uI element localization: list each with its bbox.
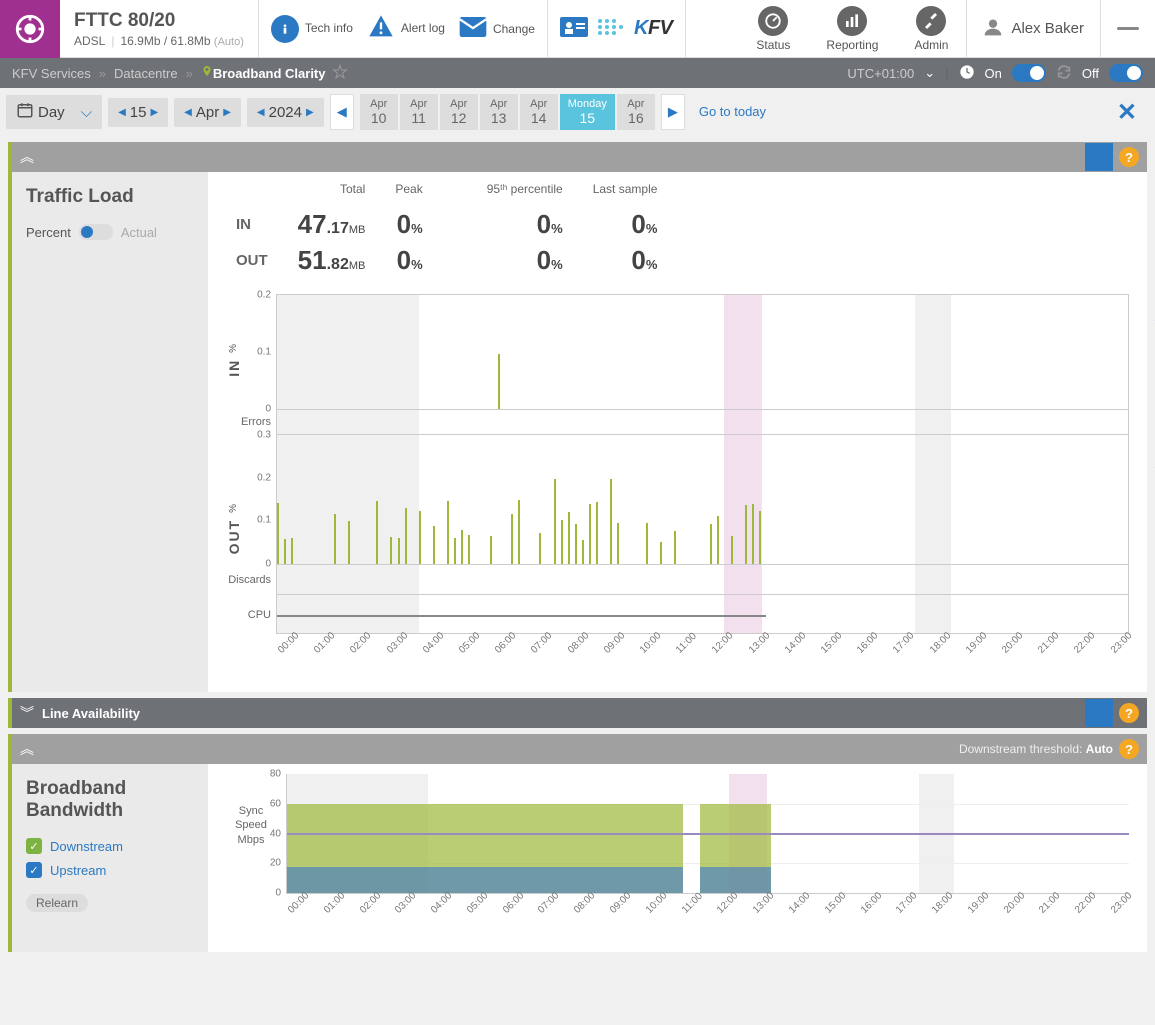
title-block: FTTC 80/20 ADSL|16.9Mb / 61.8Mb (Auto)	[60, 0, 259, 57]
user-menu[interactable]: Alex Baker	[966, 0, 1100, 57]
breadcrumb-bar: KFV Services » Datacentre » Broadband Cl…	[0, 58, 1155, 88]
top-bar: FTTC 80/20 ADSL|16.9Mb / 61.8Mb (Auto) T…	[0, 0, 1155, 58]
collapse-icon[interactable]: ︽	[20, 147, 34, 167]
day-tab[interactable]: Apr13	[480, 94, 518, 130]
out-total: 51.82MB	[298, 242, 366, 278]
view-mode-select[interactable]: Day ⌵	[6, 95, 102, 129]
goto-today-link[interactable]: Go to today	[691, 104, 766, 120]
day-tab[interactable]: Apr11	[400, 94, 438, 130]
envelope-icon	[459, 17, 487, 40]
help-button[interactable]: ?	[1119, 703, 1139, 723]
on-toggle[interactable]	[1012, 64, 1046, 82]
bandwidth-header: ︽ Downstream threshold: Auto ?	[12, 734, 1147, 764]
traffic-sidebar: Traffic Load Percent Actual	[12, 172, 208, 692]
nav-admin[interactable]: Admin	[896, 0, 966, 57]
line-avail-header[interactable]: ︾ Line Availability ?	[12, 698, 1147, 728]
tech-info-button[interactable]: Tech info	[271, 15, 353, 43]
day-tab[interactable]: Apr12	[440, 94, 478, 130]
traffic-panel-header: ︽ ?	[12, 142, 1147, 172]
month-picker[interactable]: ◀Apr▶	[174, 98, 241, 127]
downstream-toggle[interactable]: ✓ Downstream	[26, 838, 194, 854]
nav-reporting[interactable]: Reporting	[808, 0, 896, 57]
check-icon: ✓	[26, 862, 42, 878]
bandwidth-title: Broadband Bandwidth	[26, 778, 194, 822]
brand-dots-icon	[596, 17, 626, 40]
download-button[interactable]	[1085, 143, 1113, 171]
crumb-level1[interactable]: Datacentre	[114, 66, 178, 81]
day-tab[interactable]: Apr14	[520, 94, 558, 130]
crumb-root[interactable]: KFV Services	[12, 66, 91, 81]
line-availability-panel: ︾ Line Availability ?	[8, 698, 1147, 728]
traffic-stats: IN OUT Total 47.17MB 51.82MB Peak 0% 0% …	[226, 182, 1129, 278]
relearn-button[interactable]: Relearn	[26, 894, 88, 912]
bandwidth-main: Sync Speed Mbps 80 60 40 20 0	[208, 764, 1147, 952]
clock-icon	[959, 64, 975, 83]
change-button[interactable]: Change	[459, 17, 535, 40]
chevron-down-icon: ⌵	[81, 104, 92, 121]
alert-icon	[367, 13, 395, 44]
traffic-load-panel: ︽ ? Traffic Load Percent Actual IN OUT T…	[8, 142, 1147, 692]
prev-days-button[interactable]: ◀	[330, 94, 354, 130]
nav-status[interactable]: Status	[738, 0, 808, 57]
day-tab[interactable]: Monday15	[560, 94, 615, 130]
date-bar: Day ⌵ ◀15▶ ◀Apr▶ ◀2024▶ ◀ Apr10Apr11Apr1…	[0, 88, 1155, 136]
brand-logo-group: KFV	[548, 0, 686, 57]
timezone-select[interactable]: UTC+01:00	[847, 66, 914, 81]
help-button[interactable]: ?	[1119, 147, 1139, 167]
close-datebar-button[interactable]: ✕	[1105, 98, 1149, 127]
calendar-icon	[16, 101, 34, 123]
brand-text: KFV	[634, 17, 673, 40]
crumb-active: Broadband Clarity	[213, 66, 326, 81]
day-tab[interactable]: Apr16	[617, 94, 655, 130]
connection-title: FTTC 80/20	[74, 10, 244, 32]
toolbar-group-1: Tech info Alert log Change	[259, 0, 548, 57]
upstream-toggle[interactable]: ✓ Upstream	[26, 862, 194, 878]
day-picker[interactable]: ◀15▶	[108, 98, 168, 127]
traffic-title: Traffic Load	[26, 186, 194, 208]
tools-icon	[916, 6, 946, 36]
expand-icon[interactable]: ︾	[20, 703, 34, 723]
hamburger-icon	[1117, 27, 1139, 30]
day-tabs: Apr10Apr11Apr12Apr13Apr14Monday15Apr16	[360, 94, 655, 130]
pin-icon	[201, 65, 213, 82]
off-toggle[interactable]	[1109, 64, 1143, 82]
chart-icon	[837, 6, 867, 36]
bandwidth-chart: Sync Speed Mbps 80 60 40 20 0	[226, 774, 1129, 934]
alert-log-button[interactable]: Alert log	[367, 13, 445, 44]
app-logo	[0, 0, 60, 58]
next-days-button[interactable]: ▶	[661, 94, 685, 130]
gauge-icon	[758, 6, 788, 36]
nav-icons: Status Reporting Admin Alex Baker	[738, 0, 1155, 57]
menu-button[interactable]	[1100, 0, 1155, 57]
check-icon: ✓	[26, 838, 42, 854]
traffic-chart: IN % OUT % 0.2 0.1 0 80%	[226, 294, 1129, 674]
collapse-icon[interactable]: ︽	[20, 739, 34, 759]
id-card-icon	[560, 17, 588, 40]
year-picker[interactable]: ◀2024▶	[247, 98, 324, 127]
bandwidth-panel: ︽ Downstream threshold: Auto ? Broadband…	[8, 734, 1147, 952]
day-tab[interactable]: Apr10	[360, 94, 398, 130]
download-button[interactable]	[1085, 699, 1113, 727]
percent-actual-toggle[interactable]	[79, 224, 113, 240]
user-icon	[983, 17, 1003, 41]
refresh-icon[interactable]	[1056, 64, 1072, 83]
bandwidth-sidebar: Broadband Bandwidth ✓ Downstream ✓ Upstr…	[12, 764, 208, 952]
star-icon[interactable]	[332, 64, 348, 83]
help-button[interactable]: ?	[1119, 739, 1139, 759]
in-total: 47.17MB	[298, 206, 366, 242]
connection-subline: ADSL|16.9Mb / 61.8Mb (Auto)	[74, 34, 244, 48]
chevron-down-icon: ⌄	[924, 65, 935, 81]
traffic-main: IN OUT Total 47.17MB 51.82MB Peak 0% 0% …	[208, 172, 1147, 692]
info-icon	[271, 15, 299, 43]
